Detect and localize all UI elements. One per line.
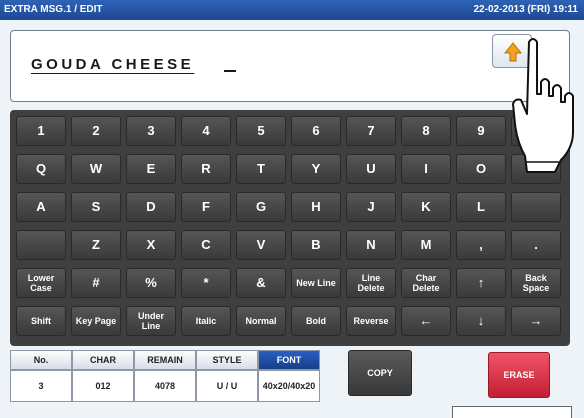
key-char-delete[interactable]: Char Delete [401,268,451,298]
key-sym58[interactable]: ↓ [456,306,506,336]
key-b[interactable]: B [291,230,341,260]
key-sym43[interactable]: * [181,268,231,298]
key-sym42[interactable]: % [126,268,176,298]
key-5[interactable]: 5 [236,116,286,146]
no-header: No. [10,350,72,370]
key-2[interactable]: 2 [71,116,121,146]
key-reverse[interactable]: Reverse [346,306,396,336]
key-bold[interactable]: Bold [291,306,341,336]
key-a[interactable]: A [16,192,66,222]
keypad: 1234567890QWERTYUIOPASDFGHJKLZXCVBNM,.Lo… [10,110,570,346]
screen-title: EXTRA MSG.1 / EDIT [4,4,103,15]
key-sym41[interactable]: # [71,268,121,298]
bottom-frame [452,406,572,418]
key-9[interactable]: 9 [456,116,506,146]
key-blank[interactable] [16,230,66,260]
erase-button[interactable]: ERASE [488,352,550,398]
key-r[interactable]: R [181,154,231,184]
key-key-page[interactable]: Key Page [71,306,121,336]
key-w[interactable]: W [71,154,121,184]
key-normal[interactable]: Normal [236,306,286,336]
key-sym38[interactable]: , [456,230,506,260]
key-h[interactable]: H [291,192,341,222]
key-line-delete[interactable]: Line Delete [346,268,396,298]
key-1[interactable]: 1 [16,116,66,146]
edit-text: GOUDA CHEESE [31,56,195,73]
key-7[interactable]: 7 [346,116,396,146]
key-6[interactable]: 6 [291,116,341,146]
key-e[interactable]: E [126,154,176,184]
key-lower-case[interactable]: Lower Case [16,268,66,298]
key-new-line[interactable]: New Line [291,268,341,298]
date-time: 22-02-2013 (FRI) 19:11 [473,4,578,15]
char-value: 012 [72,370,134,402]
key-y[interactable]: Y [291,154,341,184]
key-f[interactable]: F [181,192,231,222]
key-italic[interactable]: Italic [181,306,231,336]
key-shift[interactable]: Shift [16,306,66,336]
copy-button[interactable]: COPY [348,350,412,396]
key-g[interactable]: G [236,192,286,222]
key-back-space[interactable]: Back Space [511,268,561,298]
key-u[interactable]: U [346,154,396,184]
key-8[interactable]: 8 [401,116,451,146]
text-cursor [224,56,236,72]
key-sym48[interactable]: ↑ [456,268,506,298]
no-value: 3 [10,370,72,402]
key-3[interactable]: 3 [126,116,176,146]
key-o[interactable]: O [456,154,506,184]
key-l[interactable]: L [456,192,506,222]
key-k[interactable]: K [401,192,451,222]
key-t[interactable]: T [236,154,286,184]
char-header: CHAR [72,350,134,370]
key-i[interactable]: I [401,154,451,184]
key-4[interactable]: 4 [181,116,231,146]
font-value[interactable]: 40x20/40x20 [258,370,320,402]
status-table: No. CHAR REMAIN STYLE FONT 3 012 4078 U … [10,350,350,402]
key-blank[interactable] [511,192,561,222]
text-edit-field[interactable]: GOUDA CHEESE [10,30,570,102]
style-value: U / U [196,370,258,402]
key-c[interactable]: C [181,230,231,260]
key-j[interactable]: J [346,192,396,222]
pointing-hand-icon [512,38,574,173]
key-d[interactable]: D [126,192,176,222]
key-v[interactable]: V [236,230,286,260]
remain-value: 4078 [134,370,196,402]
key-m[interactable]: M [401,230,451,260]
key-under-line[interactable]: Under Line [126,306,176,336]
key-sym57[interactable]: ← [401,306,451,336]
font-header[interactable]: FONT [258,350,320,370]
key-z[interactable]: Z [71,230,121,260]
key-q[interactable]: Q [16,154,66,184]
remain-header: REMAIN [134,350,196,370]
key-x[interactable]: X [126,230,176,260]
edit-screen: EXTRA MSG.1 / EDIT 22-02-2013 (FRI) 19:1… [0,0,584,418]
key-sym39[interactable]: . [511,230,561,260]
key-s[interactable]: S [71,192,121,222]
title-bar: EXTRA MSG.1 / EDIT 22-02-2013 (FRI) 19:1… [0,0,584,20]
key-n[interactable]: N [346,230,396,260]
style-header: STYLE [196,350,258,370]
key-sym44[interactable]: & [236,268,286,298]
key-sym59[interactable]: → [511,306,561,336]
